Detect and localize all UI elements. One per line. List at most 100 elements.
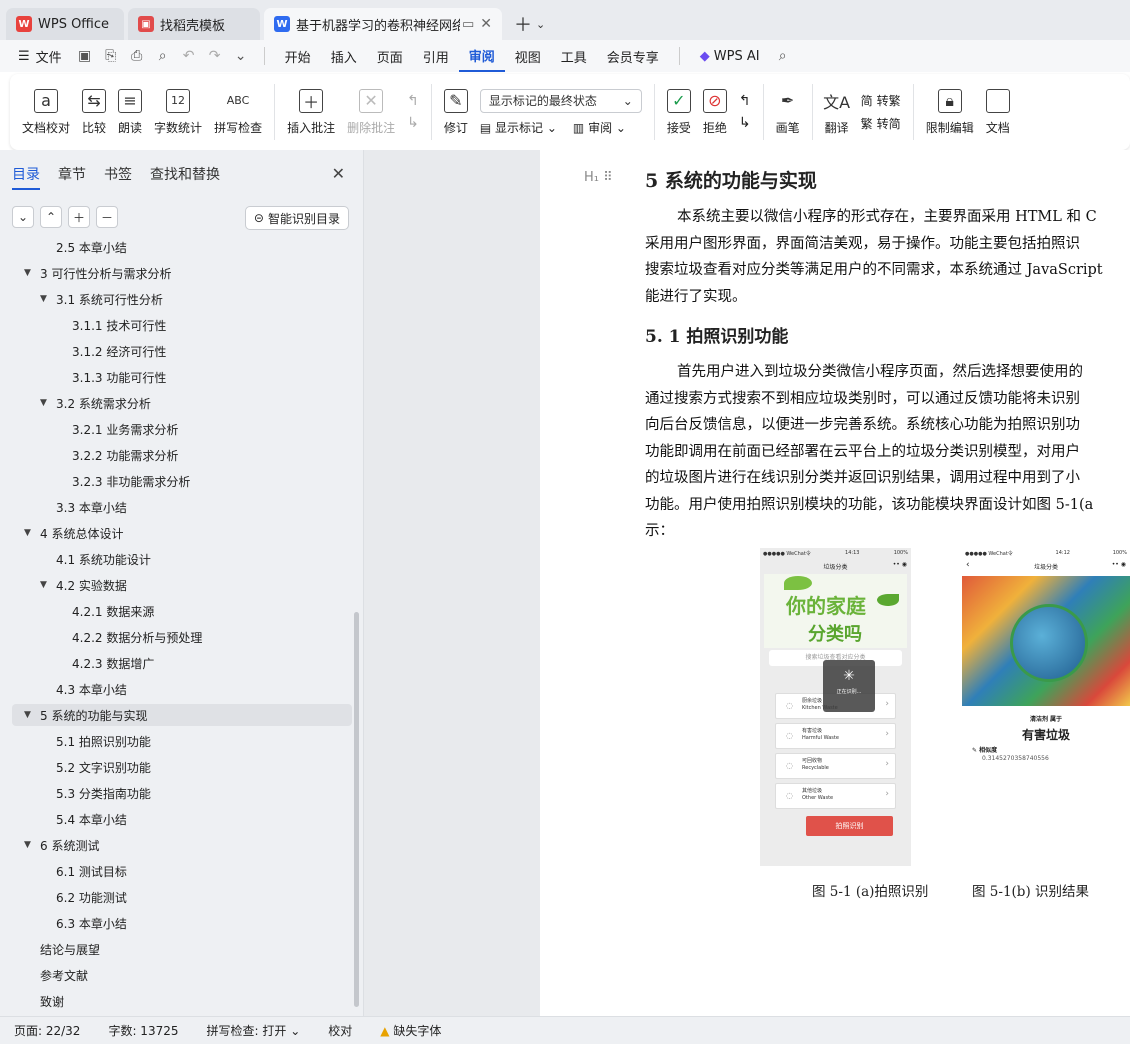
toc-item[interactable]: ▼ 4 系统总体设计 <box>12 522 352 544</box>
menu-insert[interactable]: 插入 <box>321 40 367 72</box>
tab-document[interactable]: W 基于机器学习的卷积神经网络 ▭ ✕ <box>264 8 502 40</box>
compare-button[interactable]: ⇆ 比较 <box>76 77 112 147</box>
restrict-edit-button[interactable]: 🔒︎ 限制编辑 <box>920 77 980 147</box>
new-tab-button[interactable]: ＋ ⌄ <box>506 8 553 40</box>
menu-file[interactable]: ☰ 文件 <box>0 40 72 72</box>
toc-item[interactable]: ▼ 5 系统的功能与实现 <box>12 704 352 726</box>
collapse-up-button[interactable]: ⌃ <box>40 206 62 228</box>
missing-font-button[interactable]: ▲ 缺失字体 <box>366 1022 455 1039</box>
menu-review[interactable]: 审阅 <box>458 40 505 72</box>
tab-sections[interactable]: 章节 <box>58 164 86 190</box>
category-item[interactable]: ◌ 可回收物 Recyclable › <box>775 753 896 779</box>
menu-page[interactable]: 页面 <box>367 40 413 72</box>
screen-icon[interactable]: ▭ <box>462 17 474 32</box>
read-aloud-button[interactable]: ≡ 朗读 <box>112 77 148 147</box>
track-changes-button[interactable]: ✎ 修订 <box>438 77 474 147</box>
print-preview-icon[interactable]: ⌕ <box>150 40 176 72</box>
toc-item[interactable]: 3.1.1 技术可行性 <box>12 314 352 336</box>
review-pane-button[interactable]: ▥ 审阅 ⌄ <box>573 119 626 136</box>
toc-item[interactable]: 4.1 系统功能设计 <box>12 548 352 570</box>
toc-item[interactable]: ▼ 3.2 系统需求分析 <box>12 392 352 414</box>
previous-revision-icon[interactable]: ↰ <box>739 93 751 109</box>
toc-item[interactable]: 参考文献 <box>12 964 352 986</box>
toc-item[interactable]: 4.2.2 数据分析与预处理 <box>12 626 352 648</box>
toc-item[interactable]: 致谢 <box>12 990 352 1009</box>
next-comment-icon[interactable]: ↳ <box>407 115 419 131</box>
tab-toc[interactable]: 目录 <box>12 164 40 190</box>
spell-check-button[interactable]: ABC 拼写检查 <box>208 77 268 147</box>
to-simplified-button[interactable]: 繁转简 <box>861 115 901 132</box>
undo-icon[interactable]: ↶ <box>176 40 202 72</box>
pen-button[interactable]: ✒ 画笔 <box>770 77 806 147</box>
toc-item[interactable]: 5.3 分类指南功能 <box>12 782 352 804</box>
menu-home[interactable]: 开始 <box>275 40 321 72</box>
toc-item[interactable]: 结论与展望 <box>12 938 352 960</box>
collapse-toggle-icon[interactable]: ▼ <box>24 528 36 538</box>
toc-item[interactable]: 6.2 功能测试 <box>12 886 352 908</box>
tab-template[interactable]: ▣ 找稻壳模板 <box>128 8 260 40</box>
word-count-indicator[interactable]: 字数: 13725 <box>94 1022 192 1039</box>
redo-icon[interactable]: ↷ <box>202 40 228 72</box>
tab-wps-office[interactable]: W WPS Office <box>6 8 124 40</box>
delete-comment-button[interactable]: ✕ 删除批注 <box>341 77 401 147</box>
toc-item[interactable]: 5.4 本章小结 <box>12 808 352 830</box>
remove-level-button[interactable]: － <box>96 206 118 228</box>
add-level-button[interactable]: ＋ <box>68 206 90 228</box>
photo-recognize-button[interactable]: 拍照识别 <box>806 816 893 836</box>
spell-check-toggle[interactable]: 拼写检查: 打开 ⌄ <box>193 1022 315 1039</box>
smart-toc-button[interactable]: ⊝ 智能识别目录 <box>244 206 349 230</box>
toc-item[interactable]: 6.1 测试目标 <box>12 860 352 882</box>
toc-item[interactable]: 5.2 文字识别功能 <box>12 756 352 778</box>
toc-item[interactable]: 3.1.2 经济可行性 <box>12 340 352 362</box>
menu-wps-ai[interactable]: ◆ WPS AI <box>690 40 770 72</box>
tab-find-replace[interactable]: 查找和替换 <box>150 164 220 190</box>
toc-item[interactable]: ▼ 3 可行性分析与需求分析 <box>12 262 352 284</box>
insert-comment-button[interactable]: ＋插入批注 <box>281 77 341 147</box>
next-revision-icon[interactable]: ↳ <box>739 115 751 131</box>
search-icon[interactable]: ⌕ <box>770 40 796 72</box>
toc-item[interactable]: ▼ 6 系统测试 <box>12 834 352 856</box>
accept-button[interactable]: ✓ 接受 <box>661 77 697 147</box>
toc-item[interactable]: 5.1 拍照识别功能 <box>12 730 352 752</box>
toc-item[interactable]: 4.2.1 数据来源 <box>12 600 352 622</box>
expand-down-button[interactable]: ⌄ <box>12 206 34 228</box>
menu-references[interactable]: 引用 <box>413 40 459 72</box>
collapse-toggle-icon[interactable]: ▼ <box>40 294 52 304</box>
export-icon[interactable]: ⎘ <box>98 40 124 72</box>
toc-item[interactable]: 6.3 本章小结 <box>12 912 352 934</box>
collapse-toggle-icon[interactable]: ▼ <box>24 268 36 278</box>
previous-comment-icon[interactable]: ↰ <box>407 93 419 109</box>
collapse-toggle-icon[interactable]: ▼ <box>40 580 52 590</box>
proof-button[interactable]: 校对 <box>314 1022 366 1039</box>
more-chevron-icon[interactable]: ⌄ <box>228 40 254 72</box>
markup-state-select[interactable]: 显示标记的最终状态 ⌄ <box>479 88 642 113</box>
menu-tools[interactable]: 工具 <box>551 40 597 72</box>
tab-bookmarks[interactable]: 书签 <box>104 164 132 190</box>
chevron-down-icon[interactable]: ⌄ <box>536 18 545 31</box>
toc-item[interactable]: 3.2.1 业务需求分析 <box>12 418 352 440</box>
menu-view[interactable]: 视图 <box>505 40 551 72</box>
doc-check-button[interactable]: a 文档校对 <box>16 77 76 147</box>
word-count-button[interactable]: 12 字数统计 <box>148 77 208 147</box>
collapse-toggle-icon[interactable]: ▼ <box>40 398 52 408</box>
toc-item[interactable]: ▼ 3.1 系统可行性分析 <box>12 288 352 310</box>
toc-item[interactable]: 4.2.3 数据增广 <box>12 652 352 674</box>
menu-member[interactable]: 会员专享 <box>597 40 669 72</box>
toc-item[interactable]: 3.2.2 功能需求分析 <box>12 444 352 466</box>
collapse-toggle-icon[interactable]: ▼ <box>24 840 36 850</box>
toc-item[interactable]: ▼ 4.2 实验数据 <box>12 574 352 596</box>
collapse-toggle-icon[interactable]: ▼ <box>24 710 36 720</box>
toc-item[interactable]: 3.1.3 功能可行性 <box>12 366 352 388</box>
reject-button[interactable]: ⊘ 拒绝 <box>697 77 733 147</box>
translate-button[interactable]: 文A 翻译 <box>819 77 855 147</box>
to-traditional-button[interactable]: 简转繁 <box>861 92 901 109</box>
show-markup-button[interactable]: ▤ 显示标记 ⌄ <box>480 119 557 136</box>
close-tab-icon[interactable]: ✕ <box>480 16 492 32</box>
page-indicator[interactable]: 页面: 22/32 <box>0 1022 94 1039</box>
close-pane-icon[interactable]: ✕ <box>332 164 345 183</box>
toc-item[interactable]: 2.5 本章小结 <box>12 238 352 258</box>
toc-scrollbar[interactable] <box>354 612 359 1007</box>
toc-item[interactable]: 3.3 本章小结 <box>12 496 352 518</box>
heading-drag-handle[interactable]: H₁ ⠿ <box>584 170 613 185</box>
toc-item[interactable]: 3.2.3 非功能需求分析 <box>12 470 352 492</box>
